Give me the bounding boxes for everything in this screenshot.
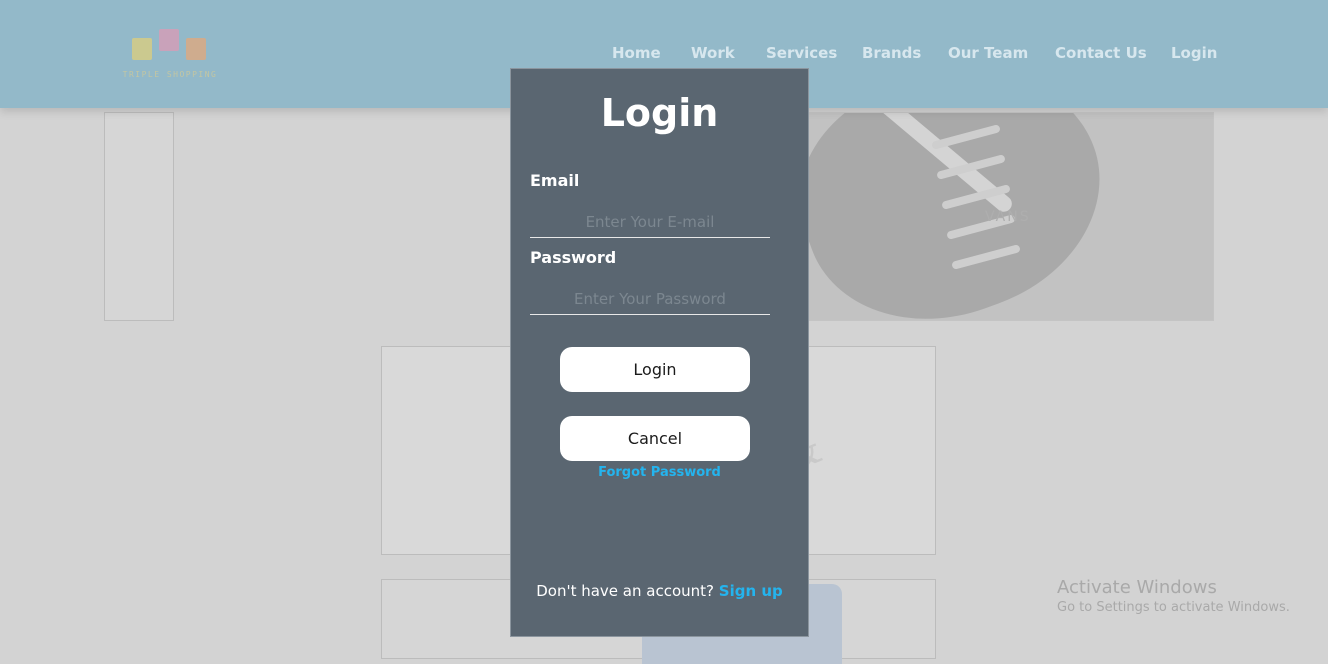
signup-prompt: Don't have an account? bbox=[536, 582, 714, 600]
cancel-button[interactable]: Cancel bbox=[560, 416, 750, 461]
modal-title: Login bbox=[600, 91, 719, 135]
logo-square bbox=[186, 38, 206, 60]
forgot-password-link[interactable]: Forgot Password bbox=[511, 465, 808, 480]
password-field[interactable] bbox=[530, 283, 770, 315]
nav-brands[interactable]: Brands bbox=[862, 44, 921, 62]
brand-label: VANS bbox=[985, 209, 1031, 225]
login-modal: Login Email Password Login Cancel Forgot… bbox=[510, 68, 809, 637]
watermark-subtitle: Go to Settings to activate Windows. bbox=[1057, 600, 1290, 615]
logo-square bbox=[132, 38, 152, 60]
nav-login[interactable]: Login bbox=[1171, 44, 1217, 62]
email-label: Email bbox=[530, 171, 580, 190]
signup-link[interactable]: Sign up bbox=[719, 582, 783, 600]
login-button[interactable]: Login bbox=[560, 347, 750, 392]
nav-home[interactable]: Home bbox=[612, 44, 661, 62]
password-label: Password bbox=[530, 248, 617, 267]
nav-work[interactable]: Work bbox=[691, 44, 735, 62]
nav-services[interactable]: Services bbox=[766, 44, 837, 62]
nav-our-team[interactable]: Our Team bbox=[948, 44, 1028, 62]
nav-contact-us[interactable]: Contact Us bbox=[1055, 44, 1147, 62]
side-panel bbox=[104, 112, 174, 321]
site-logo[interactable]: TRIPLE SHOPPING bbox=[112, 26, 232, 86]
email-field[interactable] bbox=[530, 206, 770, 238]
watermark-title: Activate Windows bbox=[1057, 577, 1217, 598]
signup-row: Don't have an account? Sign up bbox=[511, 582, 808, 600]
activate-windows-watermark: Activate Windows Go to Settings to activ… bbox=[1057, 577, 1290, 615]
logo-text: TRIPLE SHOPPING bbox=[122, 70, 218, 79]
logo-square bbox=[159, 29, 179, 51]
